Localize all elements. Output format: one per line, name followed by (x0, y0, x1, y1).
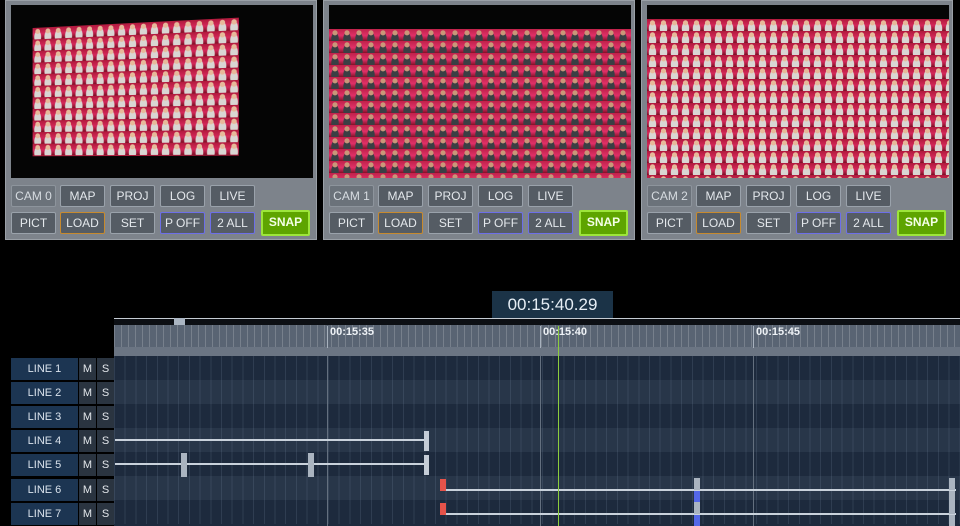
current-timecode: 00:15:40.29 (492, 291, 613, 318)
line-6-keyframe[interactable] (949, 478, 955, 490)
line-5-mute-button[interactable]: M (79, 454, 96, 476)
cam-1-2all-button[interactable]: 2 ALL (528, 212, 573, 234)
line-4-clip-end-handle[interactable] (424, 431, 429, 451)
camera-view-1[interactable] (329, 5, 631, 178)
cam-0-load-button[interactable]: LOAD (60, 212, 105, 234)
camera-panel-0: CAM 0 MAP PROJ LOG LIVE PICT LOAD SET P … (5, 0, 317, 240)
cam-1-map-button[interactable]: MAP (378, 185, 423, 207)
cam-1-proj-button[interactable]: PROJ (428, 185, 473, 207)
ruler-label-2: 00:15:45 (756, 326, 801, 338)
cam-2-load-button[interactable]: LOAD (696, 212, 741, 234)
line-7-keyframe[interactable] (949, 502, 955, 514)
camera-view-0[interactable] (11, 5, 313, 178)
ruler-major-tick (540, 326, 541, 348)
cam-2-snap-button[interactable]: SNAP (897, 210, 946, 236)
cam-0-log-button[interactable]: LOG (160, 185, 205, 207)
line-2-mute-button[interactable]: M (79, 382, 96, 404)
grid-line (753, 356, 754, 526)
cam-1-set-button[interactable]: SET (428, 212, 473, 234)
ruler-major-tick (753, 326, 754, 348)
cam-2-proj-button[interactable]: PROJ (746, 185, 791, 207)
line-7-keyframe[interactable] (949, 515, 955, 526)
cam-2-log-button[interactable]: LOG (796, 185, 841, 207)
grid-line (540, 356, 541, 526)
cam-2-poff-button[interactable]: P OFF (796, 212, 841, 234)
line-6-keyframe[interactable] (694, 478, 700, 490)
line-7-keyframe-selected[interactable] (694, 515, 700, 526)
line-3-solo-button[interactable]: S (97, 406, 114, 428)
cam-2-live-button[interactable]: LIVE (846, 185, 891, 207)
line-1-mute-button[interactable]: M (79, 358, 96, 380)
line-label-5[interactable]: LINE 5 (11, 454, 78, 476)
line-7-solo-button[interactable]: S (97, 503, 114, 525)
line-5-keyframe[interactable] (181, 453, 187, 465)
cam-1-pict-button[interactable]: PICT (329, 212, 374, 234)
line-4-clip[interactable] (115, 439, 428, 441)
line-7-clip[interactable] (446, 513, 956, 515)
line-5-keyframe[interactable] (308, 465, 314, 477)
track-row-7[interactable] (114, 500, 960, 524)
cam-1-snap-button[interactable]: SNAP (579, 210, 628, 236)
line-2-solo-button[interactable]: S (97, 382, 114, 404)
line-4-mute-button[interactable]: M (79, 430, 96, 452)
line-4-solo-button[interactable]: S (97, 430, 114, 452)
cam-2-label: CAM 2 (647, 185, 692, 207)
line-5-clip-end-handle[interactable] (424, 455, 429, 475)
track-row-2[interactable] (114, 380, 960, 404)
cam-0-label: CAM 0 (11, 185, 56, 207)
cam-0-snap-button[interactable]: SNAP (261, 210, 310, 236)
cam-0-pict-button[interactable]: PICT (11, 212, 56, 234)
line-label-3[interactable]: LINE 3 (11, 406, 78, 428)
cam-2-set-button[interactable]: SET (746, 212, 791, 234)
cam-0-map-button[interactable]: MAP (60, 185, 105, 207)
track-row-3[interactable] (114, 404, 960, 428)
cam-2-2all-button[interactable]: 2 ALL (846, 212, 891, 234)
track-area[interactable] (114, 356, 960, 526)
camera-image-0 (32, 17, 239, 157)
line-5-keyframe[interactable] (181, 465, 187, 477)
line-5-clip[interactable] (115, 463, 428, 465)
grid-line (327, 356, 328, 526)
track-row-1[interactable] (114, 356, 960, 380)
cam-2-pict-button[interactable]: PICT (647, 212, 692, 234)
line-label-6[interactable]: LINE 6 (11, 479, 78, 501)
camera-view-2[interactable] (647, 5, 949, 178)
line-label-7[interactable]: LINE 7 (11, 503, 78, 525)
line-label-4[interactable]: LINE 4 (11, 430, 78, 452)
line-3-mute-button[interactable]: M (79, 406, 96, 428)
line-5-solo-button[interactable]: S (97, 454, 114, 476)
cam-0-live-button[interactable]: LIVE (210, 185, 255, 207)
camera-panel-1: CAM 1 MAP PROJ LOG LIVE PICT LOAD SET P … (323, 0, 635, 240)
line-7-mute-button[interactable]: M (79, 503, 96, 525)
camera-panel-2: CAM 2 MAP PROJ LOG LIVE PICT LOAD SET P … (641, 0, 953, 240)
cam-2-map-button[interactable]: MAP (696, 185, 741, 207)
cam-1-label: CAM 1 (329, 185, 374, 207)
line-6-solo-button[interactable]: S (97, 479, 114, 501)
line-6-clip[interactable] (446, 489, 956, 491)
line-7-keyframe[interactable] (694, 502, 700, 514)
line-label-1[interactable]: LINE 1 (11, 358, 78, 380)
cam-1-log-button[interactable]: LOG (478, 185, 523, 207)
ruler-major-tick (327, 326, 328, 348)
track-row-6[interactable] (114, 476, 960, 500)
playhead[interactable] (558, 326, 559, 526)
cam-0-set-button[interactable]: SET (110, 212, 155, 234)
ruler-label-1: 00:15:40 (543, 326, 588, 338)
ruler-label-0: 00:15:35 (330, 326, 375, 338)
cam-1-live-button[interactable]: LIVE (528, 185, 573, 207)
ruler-bottom-band (114, 347, 960, 356)
line-6-mute-button[interactable]: M (79, 479, 96, 501)
line-1-solo-button[interactable]: S (97, 358, 114, 380)
line-5-keyframe[interactable] (308, 453, 314, 465)
cam-1-load-button[interactable]: LOAD (378, 212, 423, 234)
cam-0-proj-button[interactable]: PROJ (110, 185, 155, 207)
camera-image-1 (329, 29, 631, 178)
camera-image-2 (647, 19, 949, 178)
cam-0-poff-button[interactable]: P OFF (160, 212, 205, 234)
cam-1-poff-button[interactable]: P OFF (478, 212, 523, 234)
cam-0-2all-button[interactable]: 2 ALL (210, 212, 255, 234)
line-label-2[interactable]: LINE 2 (11, 382, 78, 404)
